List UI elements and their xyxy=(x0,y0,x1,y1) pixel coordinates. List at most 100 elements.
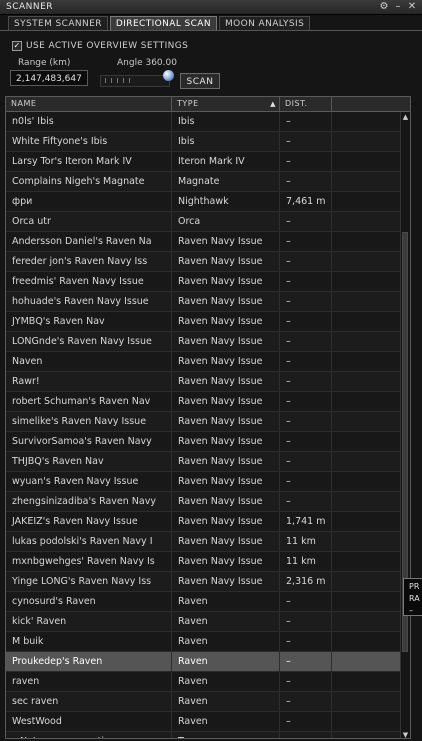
name-cell: simelike's Raven Navy Issue xyxy=(6,412,172,431)
type-cell: Raven Navy Issue xyxy=(172,492,280,511)
tab-moon-analysis[interactable]: MOON ANALYSIS xyxy=(219,16,311,30)
name-cell: Naven xyxy=(6,352,172,371)
name-cell: White Fiftyone's Ibis xyxy=(6,132,172,151)
blank-cell xyxy=(332,472,402,491)
results-table: NAME TYPE ▲ DIST. n0ls' Ibis Ibis – White Fi… xyxy=(5,96,411,739)
distance-cell: – xyxy=(280,712,332,731)
name-cell: freedmis' Raven Navy Issue xyxy=(6,272,172,291)
blank-cell xyxy=(332,392,402,411)
blank-cell xyxy=(332,712,402,731)
table-row[interactable]: фри Nighthawk 7,461 m xyxy=(6,192,402,212)
range-input[interactable]: 2,147,483,647 xyxy=(10,70,88,86)
blank-cell xyxy=(332,492,402,511)
name-cell: JAKEIZ's Raven Navy Issue xyxy=(6,512,172,531)
table-row[interactable]: zhengsinizadiba's Raven Navy Raven Navy I… xyxy=(6,492,402,512)
table-row[interactable]: robert Schuman's Raven Nav Raven Navy Iss… xyxy=(6,392,402,412)
column-header-distance-label: DIST. xyxy=(285,99,308,108)
table-row[interactable]: sec raven Raven – xyxy=(6,692,402,712)
blank-cell xyxy=(332,292,402,311)
window-titlebar: SCANNER ⚙ – ✕ xyxy=(0,0,422,15)
table-row[interactable]: raven Raven – xyxy=(6,672,402,692)
angle-slider[interactable] xyxy=(100,75,170,87)
blank-cell xyxy=(332,352,402,371)
table-row[interactable]: Rawr! Raven Navy Issue – xyxy=(6,372,402,392)
table-row[interactable]: Yinge LONG's Raven Navy Iss Raven Navy Is… xyxy=(6,572,402,592)
table-row[interactable]: Naven Raven Navy Issue – xyxy=(6,352,402,372)
distance-cell: – xyxy=(280,672,332,691)
distance-cell: 11 km xyxy=(280,532,332,551)
scan-button[interactable]: SCAN xyxy=(180,73,220,89)
name-cell: LONGnde's Raven Navy Issue xyxy=(6,332,172,351)
minimize-icon[interactable]: – xyxy=(392,1,404,13)
table-row[interactable]: simelike's Raven Navy Issue Raven Navy Is… xyxy=(6,412,402,432)
table-row[interactable]: wyuan's Raven Navy Issue Raven Navy Issue… xyxy=(6,472,402,492)
table-row[interactable]: Proukedep's Raven Raven – xyxy=(6,652,402,672)
distance-cell: – xyxy=(280,332,332,351)
scroll-down-icon[interactable]: ▼ xyxy=(401,730,410,738)
table-row[interactable]: lukas podolski's Raven Navy I Raven Navy … xyxy=(6,532,402,552)
name-cell: WestWood xyxy=(6,712,172,731)
tooltip-line: PR xyxy=(409,582,420,591)
name-cell: Yinge LONG's Raven Navy Iss xyxy=(6,572,172,591)
distance-cell: – xyxy=(280,392,332,411)
table-row[interactable]: Complains Nigeh's Magnate Magnate – xyxy=(6,172,402,192)
name-cell: THJBQ's Raven Nav xyxy=(6,452,172,471)
column-header-distance[interactable]: DIST. xyxy=(280,97,332,111)
blank-cell xyxy=(332,132,402,151)
table-scrollbar[interactable]: ▲ ▼ xyxy=(400,112,410,738)
distance-cell: – xyxy=(280,172,332,191)
overview-settings-checkbox[interactable]: ✓ xyxy=(12,41,22,51)
table-row[interactable]: JAKEIZ's Raven Navy Issue Raven Navy Issu… xyxy=(6,512,402,532)
tab-directional-scan[interactable]: DIRECTIONAL SCAN xyxy=(109,16,218,30)
scroll-up-icon[interactable]: ▲ xyxy=(401,112,410,122)
table-row[interactable]: freedmis' Raven Navy Issue Raven Navy Iss… xyxy=(6,272,402,292)
tab-divider xyxy=(0,30,422,31)
table-row[interactable]: hohuade's Raven Navy Issue Raven Navy Iss… xyxy=(6,292,402,312)
table-row[interactable]: LONGnde's Raven Navy Issue Raven Navy Iss… xyxy=(6,332,402,352)
name-cell: wyuan's Raven Navy Issue xyxy=(6,472,172,491)
type-cell: Tengu xyxy=(172,732,280,738)
table-row[interactable]: SurvivorSamoa's Raven Navy Raven Navy Iss… xyxy=(6,432,402,452)
angle-slider-knob[interactable] xyxy=(163,70,174,81)
slider-tick xyxy=(123,78,124,83)
table-row[interactable]: n0ls' Ibis Ibis – xyxy=(6,112,402,132)
distance-cell: – xyxy=(280,652,332,671)
column-header-name[interactable]: NAME xyxy=(6,97,172,111)
table-row[interactable]: ≠Not even a questionTengu– xyxy=(6,732,402,738)
tab-bar: SYSTEM SCANNER DIRECTIONAL SCAN MOON ANA… xyxy=(8,16,312,30)
distance-cell: – xyxy=(280,612,332,631)
type-cell: Raven Navy Issue xyxy=(172,512,280,531)
type-cell: Ibis xyxy=(172,132,280,151)
blank-cell xyxy=(332,552,402,571)
table-row[interactable]: M buik Raven – xyxy=(6,632,402,652)
gear-icon[interactable]: ⚙ xyxy=(378,1,390,13)
blank-cell xyxy=(332,592,402,611)
table-row[interactable]: JYMBQ's Raven Nav Raven Navy Issue – xyxy=(6,312,402,332)
table-row[interactable]: mxnbgwehges' Raven Navy Is Raven Navy Iss… xyxy=(6,552,402,572)
type-cell: Nighthawk xyxy=(172,192,280,211)
name-cell: mxnbgwehges' Raven Navy Is xyxy=(6,552,172,571)
table-row[interactable]: cynosurd's Raven Raven – xyxy=(6,592,402,612)
table-row[interactable]: Larsy Tor's Iteron Mark IV Iteron Mark IV… xyxy=(6,152,402,172)
distance-cell: – xyxy=(280,212,332,231)
name-cell: n0ls' Ibis xyxy=(6,112,172,131)
column-header-type[interactable]: TYPE ▲ xyxy=(172,97,280,111)
table-row[interactable]: fereder jon's Raven Navy Iss Raven Navy I… xyxy=(6,252,402,272)
table-row[interactable]: Andersson Daniel's Raven Na Raven Navy Is… xyxy=(6,232,402,252)
name-cell: cynosurd's Raven xyxy=(6,592,172,611)
table-row[interactable]: White Fiftyone's Ibis Ibis – xyxy=(6,132,402,152)
tab-system-scanner[interactable]: SYSTEM SCANNER xyxy=(8,16,108,30)
table-row[interactable]: kick' Raven Raven – xyxy=(6,612,402,632)
blank-cell xyxy=(332,212,402,231)
type-cell: Raven Navy Issue xyxy=(172,452,280,471)
name-cell: robert Schuman's Raven Nav xyxy=(6,392,172,411)
overview-settings-option[interactable]: ✓ USE ACTIVE OVERVIEW SETTINGS xyxy=(12,41,188,51)
type-cell: Raven Navy Issue xyxy=(172,332,280,351)
table-row[interactable]: Orca utr Orca – xyxy=(6,212,402,232)
distance-cell: 2,316 m xyxy=(280,572,332,591)
tooltip-line: RA xyxy=(409,594,420,603)
close-icon[interactable]: ✕ xyxy=(406,1,418,13)
table-row[interactable]: THJBQ's Raven Nav Raven Navy Issue – xyxy=(6,452,402,472)
table-row[interactable]: WestWood Raven – xyxy=(6,712,402,732)
blank-cell xyxy=(332,632,402,651)
